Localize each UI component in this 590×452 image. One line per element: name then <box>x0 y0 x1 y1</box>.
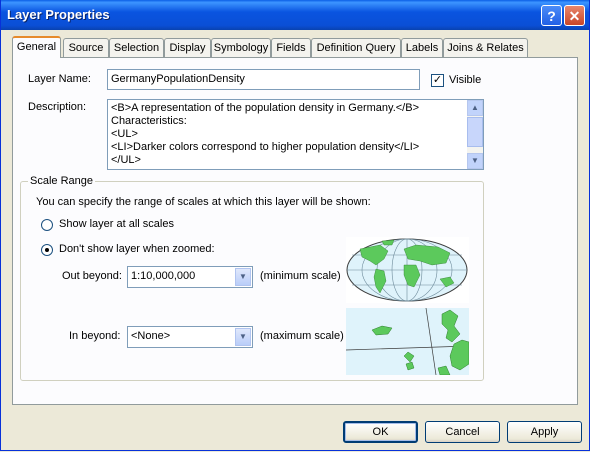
tab-labels[interactable]: Labels <box>401 38 443 57</box>
apply-button[interactable]: Apply <box>507 421 582 443</box>
layer-name-input[interactable]: GermanyPopulationDensity <box>107 69 420 90</box>
zoomed-map-preview <box>346 308 469 375</box>
world-map-preview <box>346 237 469 303</box>
chevron-down-icon[interactable]: ▼ <box>235 328 251 346</box>
tab-fields[interactable]: Fields <box>271 38 311 57</box>
layer-properties-dialog: Layer Properties ? ✕ General Source Sele… <box>0 0 590 451</box>
chevron-down-icon[interactable]: ▼ <box>235 268 251 286</box>
in-beyond-label: In beyond: <box>69 330 121 342</box>
close-button[interactable]: ✕ <box>564 5 585 26</box>
tab-selection[interactable]: Selection <box>109 38 164 57</box>
scroll-down-icon[interactable]: ▼ <box>467 153 483 169</box>
out-beyond-label: Out beyond: <box>62 270 122 282</box>
description-textarea[interactable]: <B>A representation of the population de… <box>107 99 484 170</box>
ok-button[interactable]: OK <box>343 421 418 443</box>
europe-map-icon <box>346 308 469 375</box>
description-scrollbar[interactable]: ▲ ▼ <box>467 100 483 169</box>
cancel-button[interactable]: Cancel <box>425 421 500 443</box>
description-line: <UL> <box>111 128 138 140</box>
description-text: <B>A representation of the population de… <box>111 102 466 167</box>
in-beyond-value: <None> <box>131 330 171 342</box>
description-line: <B>A representation of the population de… <box>111 102 419 114</box>
in-beyond-combobox[interactable]: <None> ▼ <box>127 326 253 348</box>
description-line: </UL> <box>111 154 141 166</box>
tab-symbology[interactable]: Symbology <box>211 38 271 57</box>
dont-show-zoomed-label: Don't show layer when zoomed: <box>59 243 215 255</box>
show-all-scales-radio[interactable] <box>41 219 53 231</box>
out-beyond-combobox[interactable]: 1:10,000,000 ▼ <box>127 266 253 288</box>
tab-definition-query[interactable]: Definition Query <box>311 38 401 57</box>
world-map-icon <box>346 238 468 302</box>
dont-show-zoomed-radio[interactable] <box>41 244 53 256</box>
scroll-up-icon[interactable]: ▲ <box>467 100 483 116</box>
visible-checkbox[interactable]: ✓ <box>431 74 444 87</box>
layer-name-label: Layer Name: <box>28 73 91 85</box>
tab-source[interactable]: Source <box>63 38 109 57</box>
description-line: Characteristics: <box>111 115 187 127</box>
tab-display[interactable]: Display <box>164 38 211 57</box>
visible-label: Visible <box>449 74 482 86</box>
layer-name-value: GermanyPopulationDensity <box>111 73 245 85</box>
scale-range-title: Scale Range <box>28 175 95 187</box>
scroll-thumb[interactable] <box>467 117 483 147</box>
scale-range-intro: You can specify the range of scales at w… <box>36 196 371 208</box>
in-beyond-hint: (maximum scale) <box>260 330 344 342</box>
tab-general[interactable]: General <box>12 36 61 58</box>
out-beyond-hint: (minimum scale) <box>260 270 341 282</box>
description-label: Description: <box>28 101 87 113</box>
window-title: Layer Properties <box>7 7 110 22</box>
title-bar[interactable]: Layer Properties ? ✕ <box>1 0 589 30</box>
out-beyond-value: 1:10,000,000 <box>131 270 196 282</box>
show-all-scales-label: Show layer at all scales <box>59 218 174 230</box>
tab-joins-relates[interactable]: Joins & Relates <box>443 38 528 57</box>
description-line: <LI>Darker colors correspond to higher p… <box>111 141 420 153</box>
help-button[interactable]: ? <box>541 5 562 26</box>
